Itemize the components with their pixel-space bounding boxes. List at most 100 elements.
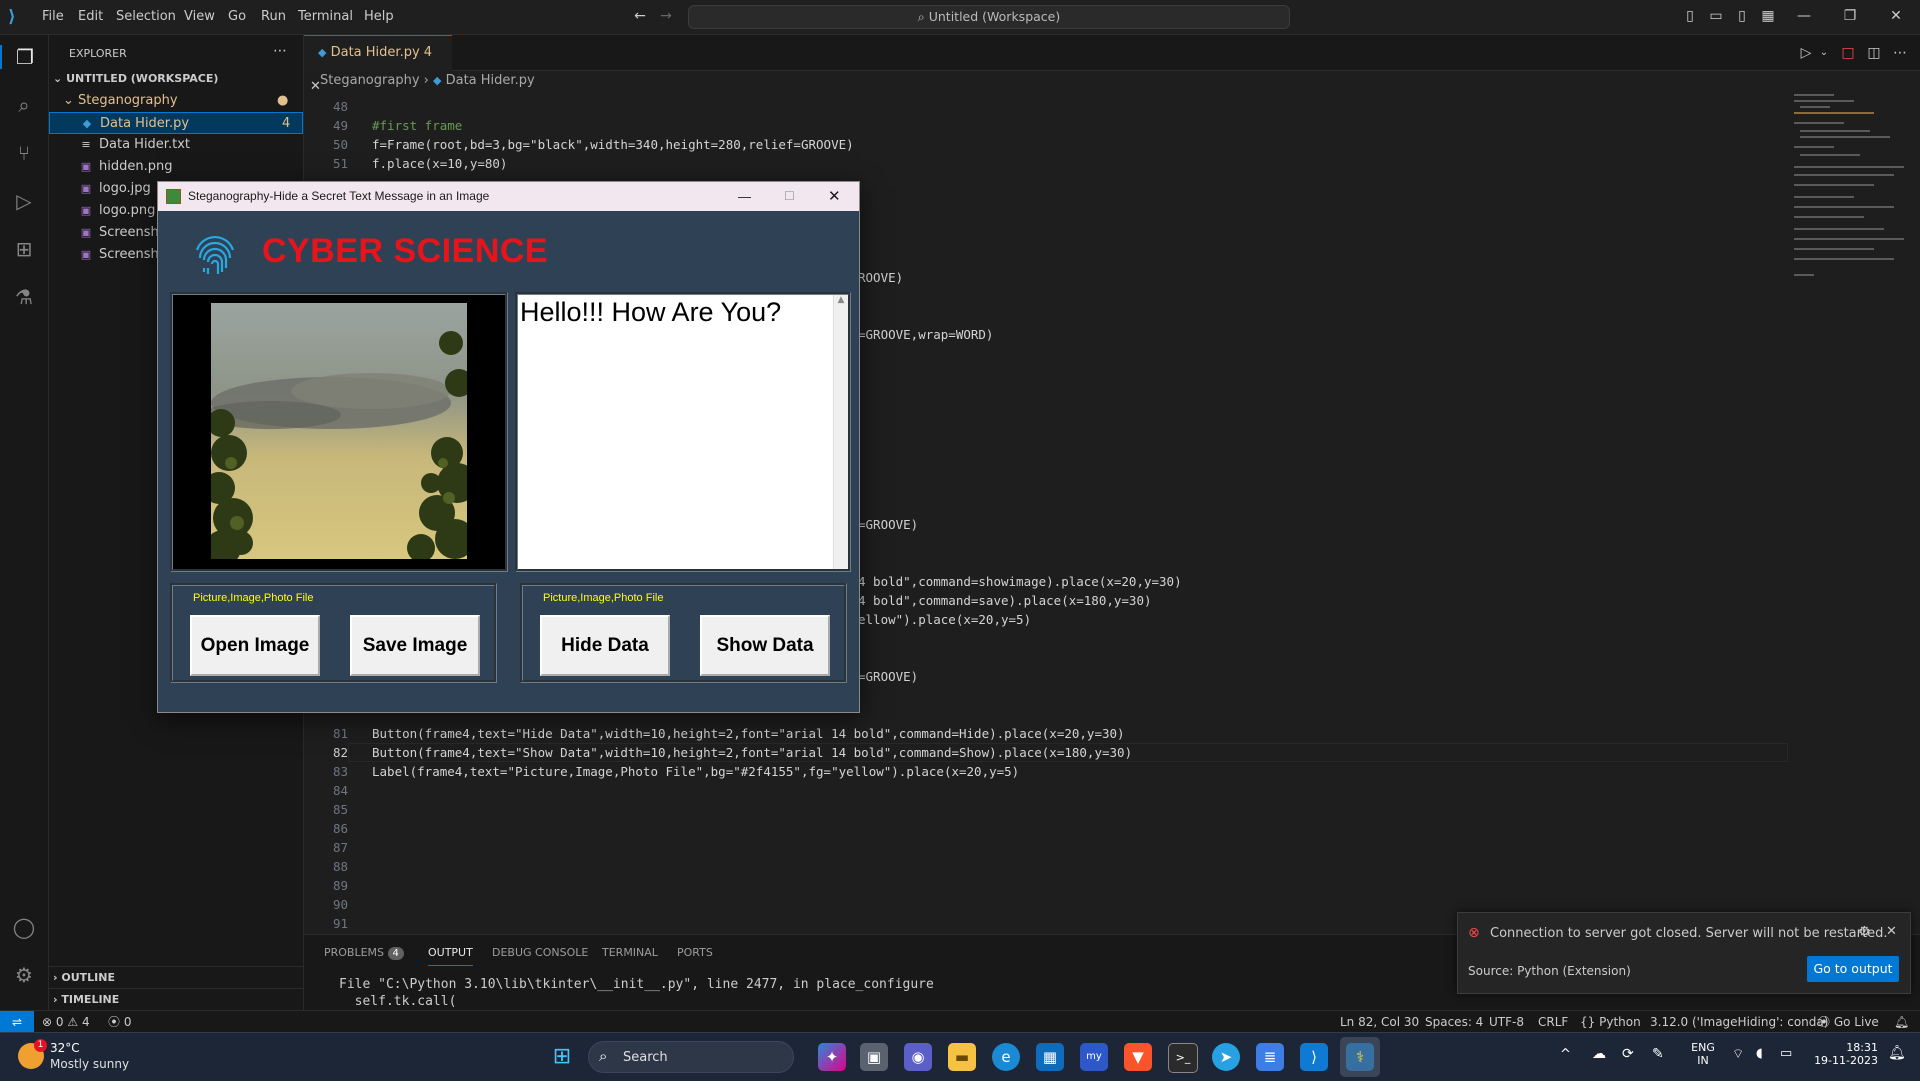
more-actions-icon[interactable]: ⋯: [1892, 45, 1908, 61]
input-language[interactable]: ENG IN: [1688, 1041, 1718, 1067]
scroll-up-arrow-icon[interactable]: ▲: [834, 295, 848, 305]
encoding[interactable]: UTF-8: [1489, 1011, 1524, 1033]
edge-browser-icon[interactable]: e: [992, 1043, 1020, 1071]
file-explorer-icon[interactable]: ▬: [948, 1043, 976, 1071]
chevron-up-icon[interactable]: ^: [1560, 1047, 1571, 1062]
notepad-icon[interactable]: ≣: [1256, 1043, 1284, 1071]
menu-help[interactable]: Help: [364, 0, 394, 34]
menu-view[interactable]: View: [184, 0, 215, 34]
bell-icon[interactable]: 🔔︎: [1894, 1011, 1909, 1033]
app-title-bar: Steganography-Hide a Secret Text Message…: [158, 182, 859, 211]
problems-status[interactable]: ⊗ 0 ⚠ 4: [42, 1011, 90, 1033]
battery-icon[interactable]: ▭: [1780, 1046, 1792, 1061]
maximize-icon[interactable]: ☐: [784, 182, 795, 211]
mcafee-icon[interactable]: my: [1080, 1043, 1108, 1071]
windows-start-icon[interactable]: ⊞: [548, 1043, 576, 1071]
toggle-sidebar-icon[interactable]: ▯: [1682, 8, 1698, 24]
chevron-down-icon[interactable]: ⌄: [1816, 45, 1832, 61]
workspace-section[interactable]: ⌄ UNTITLED (WORKSPACE): [49, 68, 303, 90]
minimize-icon[interactable]: —: [1796, 8, 1812, 24]
text-scrollbar[interactable]: ▲: [833, 295, 848, 569]
telegram-icon[interactable]: ➤: [1212, 1043, 1240, 1071]
sync-icon[interactable]: ⟳: [1622, 1046, 1634, 1062]
explorer-icon[interactable]: ❐: [0, 45, 48, 69]
source-control-icon[interactable]: ⑂: [12, 141, 36, 165]
minimap[interactable]: [1790, 92, 1908, 282]
breadcrumb-folder[interactable]: Steganography: [320, 73, 420, 88]
go-to-output-button[interactable]: Go to output: [1807, 956, 1899, 982]
back-arrow-icon[interactable]: ←: [632, 8, 648, 24]
menu-selection[interactable]: Selection: [116, 0, 176, 34]
stop-icon[interactable]: □: [1840, 45, 1856, 61]
terminal-icon[interactable]: >_: [1168, 1043, 1198, 1073]
wifi-icon[interactable]: ⌔: [1732, 1046, 1744, 1062]
indentation[interactable]: Spaces: 4: [1425, 1011, 1483, 1033]
brave-browser-icon[interactable]: ▼: [1124, 1043, 1152, 1071]
outline-section[interactable]: › OUTLINE: [49, 966, 303, 989]
toggle-secondary-sidebar-icon[interactable]: ▯: [1734, 8, 1750, 24]
split-editor-icon[interactable]: ◫: [1866, 45, 1882, 61]
forward-arrow-icon[interactable]: →: [658, 8, 674, 24]
run-debug-icon[interactable]: ▷: [12, 189, 36, 213]
microsoft-store-icon[interactable]: ▦: [1036, 1043, 1064, 1071]
python-tk-app-icon[interactable]: ⚕: [1346, 1043, 1374, 1071]
remote-indicator-icon[interactable]: ⇌: [0, 1011, 34, 1033]
close-icon[interactable]: ✕: [828, 182, 841, 211]
cursor-position[interactable]: Ln 82, Col 30: [1340, 1011, 1419, 1033]
language-mode[interactable]: {} Python: [1580, 1011, 1641, 1033]
ports-status[interactable]: ⦿ 0: [108, 1011, 131, 1033]
folder-steganography[interactable]: ⌄ Steganography ●: [49, 90, 303, 112]
close-icon[interactable]: ✕: [1888, 8, 1904, 24]
tab-debug-console[interactable]: DEBUG CONSOLE: [492, 941, 588, 965]
notification-bell-icon[interactable]: 🔔︎: [1888, 1045, 1906, 1061]
more-actions-icon[interactable]: ⋯: [273, 43, 287, 59]
tab-ports[interactable]: PORTS: [677, 941, 713, 965]
show-data-button[interactable]: Show Data: [700, 615, 830, 676]
menu-run[interactable]: Run: [261, 0, 286, 34]
run-python-icon[interactable]: ▷: [1798, 45, 1814, 61]
timeline-section[interactable]: › TIMELINE: [49, 988, 303, 1011]
save-image-button[interactable]: Save Image: [350, 615, 480, 676]
tab-output[interactable]: OUTPUT: [428, 941, 473, 966]
pen-input-icon[interactable]: ✎: [1652, 1046, 1664, 1062]
file-item[interactable]: ≡ Data Hider.txt: [49, 134, 303, 156]
vscode-taskbar-icon[interactable]: ⟩: [1300, 1043, 1328, 1071]
python-interpreter[interactable]: 3.12.0 ('ImageHiding': conda): [1650, 1011, 1828, 1033]
menu-edit[interactable]: Edit: [78, 0, 103, 34]
file-item[interactable]: ◆ Data Hider.py 4: [49, 112, 303, 134]
teams-icon[interactable]: ◉: [904, 1043, 932, 1071]
minimize-icon[interactable]: —: [738, 182, 751, 211]
file-item[interactable]: ▣ hidden.png: [49, 156, 303, 178]
customize-layout-icon[interactable]: ▦: [1760, 8, 1776, 24]
volume-icon[interactable]: ◖: [1756, 1046, 1763, 1061]
menu-file[interactable]: File: [42, 0, 64, 34]
tab-problems[interactable]: PROBLEMS 4: [324, 941, 404, 965]
tab-terminal[interactable]: TERMINAL: [602, 941, 658, 965]
settings-gear-icon[interactable]: ⚙: [12, 963, 36, 987]
open-image-button[interactable]: Open Image: [190, 615, 320, 676]
clock[interactable]: 18:31 19-11-2023: [1808, 1041, 1878, 1067]
taskbar-search[interactable]: ⌕ Search: [588, 1041, 794, 1073]
command-center-search[interactable]: ⌕ Untitled (Workspace): [688, 5, 1290, 29]
line-number: 91: [332, 916, 348, 931]
search-icon[interactable]: ⌕: [12, 93, 36, 117]
menu-terminal[interactable]: Terminal: [298, 0, 353, 34]
file-label: logo.jpg: [99, 181, 151, 196]
task-view-icon[interactable]: ▣: [860, 1043, 888, 1071]
tab-data-hider-py[interactable]: ◆ Data Hider.py 4 ✕: [304, 35, 452, 94]
cloud-off-icon[interactable]: ☁: [1592, 1046, 1606, 1062]
testing-icon[interactable]: ⚗: [12, 285, 36, 309]
copilot-icon[interactable]: ✦: [818, 1043, 846, 1071]
gear-icon[interactable]: ⚙: [1858, 924, 1871, 940]
breadcrumb-file[interactable]: Data Hider.py: [446, 73, 535, 88]
hide-data-button[interactable]: Hide Data: [540, 615, 670, 676]
extensions-icon[interactable]: ⊞: [12, 237, 36, 261]
go-live[interactable]: ⦿ Go Live: [1818, 1011, 1879, 1033]
line-ending[interactable]: CRLF: [1538, 1011, 1568, 1033]
secret-text-area[interactable]: Hello!!! How Are You? ▲: [515, 292, 851, 572]
menu-go[interactable]: Go: [228, 0, 246, 34]
account-icon[interactable]: ◯: [12, 915, 36, 939]
restore-icon[interactable]: ❐: [1842, 8, 1858, 24]
toggle-panel-icon[interactable]: ▭: [1708, 8, 1724, 24]
close-icon[interactable]: ✕: [1886, 924, 1897, 939]
